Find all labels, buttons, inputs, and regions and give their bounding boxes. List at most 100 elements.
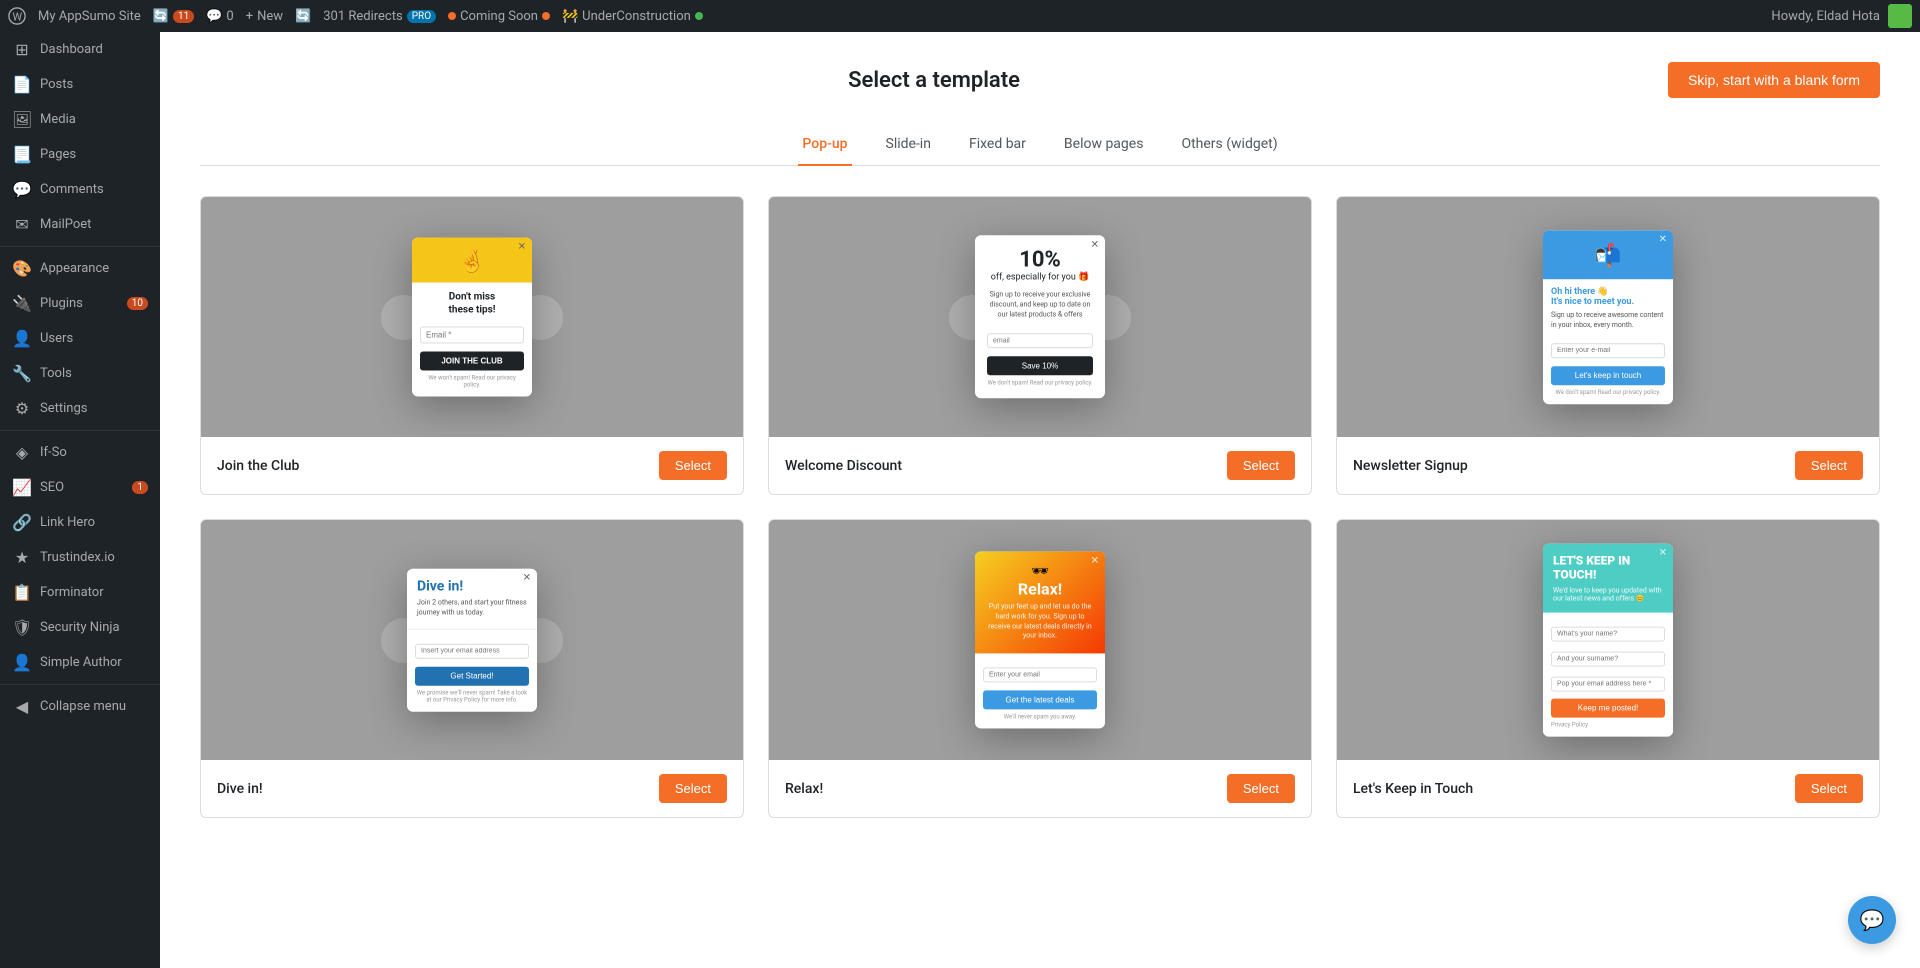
touch-surname-input[interactable] <box>1551 651 1665 666</box>
sidebar-item-posts[interactable]: 📄 Posts <box>0 67 160 102</box>
newsletter-submit-button[interactable]: Let's keep in touch <box>1551 366 1665 385</box>
select-join-the-club-button[interactable]: Select <box>659 451 727 480</box>
sidebar-item-mailpoet[interactable]: ✉ MailPoet <box>0 207 160 242</box>
settings-icon: ⚙ <box>12 399 32 418</box>
svg-text:W: W <box>13 11 23 24</box>
new-button[interactable]: + New <box>246 9 283 24</box>
template-preview-welcome-discount: ✕ 10% off, especially for you 🎁 Sign up … <box>769 197 1311 437</box>
template-name-keep-in-touch: Let's Keep in Touch <box>1353 781 1473 797</box>
tab-fixed-bar[interactable]: Fixed bar <box>965 128 1030 166</box>
sidebar-item-settings[interactable]: ⚙ Settings <box>0 391 160 426</box>
join-submit-button[interactable]: JOIN THE CLUB <box>420 352 524 371</box>
sidebar-item-seo[interactable]: 📈 SEO 1 <box>0 470 160 505</box>
tab-below-pages[interactable]: Below pages <box>1060 128 1148 166</box>
sidebar-item-pages[interactable]: 📃 Pages <box>0 137 160 172</box>
posts-icon: 📄 <box>12 75 32 94</box>
discount-submit-button[interactable]: Save 10% <box>987 357 1093 376</box>
template-preview-dive-in: ✕ Dive in! Join 2 others, and start your… <box>201 520 743 760</box>
template-card-newsletter-signup: ✕ 📬 Oh hi there 👋It's nice to meet you. … <box>1336 196 1880 495</box>
wp-logo-icon[interactable]: W <box>8 7 26 25</box>
main-content: Select a template Skip, start with a bla… <box>160 32 1920 968</box>
sidebar-item-simple-author[interactable]: 👤 Simple Author <box>0 645 160 680</box>
template-footer-keep-in-touch: Let's Keep in Touch Select <box>1337 760 1879 817</box>
select-newsletter-signup-button[interactable]: Select <box>1795 451 1863 480</box>
sidebar-item-tools[interactable]: 🔧 Tools <box>0 356 160 391</box>
popup-relax: ✕ 🕶 Relax! Put your feet up and let us d… <box>975 551 1105 728</box>
seo-icon: 📈 <box>12 478 32 497</box>
select-dive-in-button[interactable]: Select <box>659 774 727 803</box>
touch-submit-button[interactable]: Keep me posted! <box>1551 698 1665 717</box>
template-footer-relax: Relax! Select <box>769 760 1311 817</box>
popup-newsletter-signup: ✕ 📬 Oh hi there 👋It's nice to meet you. … <box>1543 230 1673 404</box>
tools-icon: 🔧 <box>12 364 32 383</box>
template-preview-keep-in-touch: ✕ LET'S KEEP IN TOUCH! We'd love to keep… <box>1337 520 1879 760</box>
template-card-join-the-club: ✕ 🤞 Don't missthese tips! JOIN THE CLUB … <box>200 196 744 495</box>
template-name-join-the-club: Join the Club <box>217 458 299 474</box>
sidebar-item-trustindex[interactable]: ★ Trustindex.io <box>0 540 160 575</box>
relax-submit-button[interactable]: Get the latest deals <box>983 691 1097 710</box>
template-card-dive-in: ✕ Dive in! Join 2 others, and start your… <box>200 519 744 818</box>
updates-icon[interactable]: 🔄 11 <box>153 9 194 24</box>
link-hero-icon: 🔗 <box>12 513 32 532</box>
sidebar-item-comments[interactable]: 💬 Comments <box>0 172 160 207</box>
plugin-301-redirects[interactable]: 301 Redirects PRO <box>323 9 436 24</box>
skip-blank-form-button[interactable]: Skip, start with a blank form <box>1668 62 1880 98</box>
template-footer-dive-in: Dive in! Select <box>201 760 743 817</box>
template-name-newsletter-signup: Newsletter Signup <box>1353 458 1468 474</box>
sidebar-item-plugins[interactable]: 🔌 Plugins 10 <box>0 286 160 321</box>
join-email-input[interactable] <box>420 327 524 344</box>
sidebar-item-media[interactable]: 🖼 Media <box>0 102 160 137</box>
simple-author-icon: 👤 <box>12 653 32 672</box>
popup-keep-in-touch: ✕ LET'S KEEP IN TOUCH! We'd love to keep… <box>1543 544 1673 737</box>
sidebar-item-security-ninja[interactable]: 🛡 Security Ninja <box>0 610 160 645</box>
comments-icon[interactable]: 💬 0 <box>206 9 234 24</box>
media-icon: 🖼 <box>12 110 32 129</box>
forminator-icon: 📋 <box>12 583 32 602</box>
tab-slide-in[interactable]: Slide-in <box>882 128 935 166</box>
if-so-icon: ◈ <box>12 443 32 462</box>
template-card-relax: ✕ 🕶 Relax! Put your feet up and let us d… <box>768 519 1312 818</box>
sidebar-item-link-hero[interactable]: 🔗 Link Hero <box>0 505 160 540</box>
user-avatar <box>1888 4 1912 28</box>
touch-email-input[interactable] <box>1551 676 1665 691</box>
select-keep-in-touch-button[interactable]: Select <box>1795 774 1863 803</box>
template-tabs: Pop-up Slide-in Fixed bar Below pages Ot… <box>200 128 1880 166</box>
divein-email-input[interactable] <box>415 643 529 658</box>
plugin-coming-soon[interactable]: Coming Soon <box>448 9 550 24</box>
chat-button[interactable]: 💬 <box>1848 896 1896 944</box>
sidebar-item-dashboard[interactable]: ⊞ Dashboard <box>0 32 160 67</box>
mailpoet-icon: ✉ <box>12 215 32 234</box>
page-header: Select a template Skip, start with a bla… <box>200 62 1880 98</box>
site-name[interactable]: My AppSumo Site <box>38 9 141 24</box>
select-relax-button[interactable]: Select <box>1227 774 1295 803</box>
admin-bar: W My AppSumo Site 🔄 11 💬 0 + New 🔄 301 R… <box>0 0 1920 32</box>
touch-name-input[interactable] <box>1551 626 1665 641</box>
sidebar-item-forminator[interactable]: 📋 Forminator <box>0 575 160 610</box>
tab-others[interactable]: Others (widget) <box>1177 128 1281 166</box>
popup-join-the-club: ✕ 🤞 Don't missthese tips! JOIN THE CLUB … <box>412 238 532 397</box>
template-preview-newsletter-signup: ✕ 📬 Oh hi there 👋It's nice to meet you. … <box>1337 197 1879 437</box>
newsletter-email-input[interactable] <box>1551 343 1665 358</box>
divein-submit-button[interactable]: Get Started! <box>415 666 529 685</box>
sidebar-item-users[interactable]: 👤 Users <box>0 321 160 356</box>
popup-dive-in: ✕ Dive in! Join 2 others, and start your… <box>407 569 537 712</box>
sync-icon[interactable]: 🔄 <box>295 9 311 24</box>
page-title: Select a template <box>848 68 1020 93</box>
relax-email-input[interactable] <box>983 668 1097 683</box>
template-card-keep-in-touch: ✕ LET'S KEEP IN TOUCH! We'd love to keep… <box>1336 519 1880 818</box>
plugin-underconstruction[interactable]: 🚧 UnderConstruction <box>562 9 703 24</box>
discount-email-input[interactable] <box>987 334 1093 349</box>
tab-popup[interactable]: Pop-up <box>798 128 851 166</box>
sidebar-item-appearance[interactable]: 🎨 Appearance <box>0 251 160 286</box>
template-name-dive-in: Dive in! <box>217 781 263 797</box>
chat-icon: 💬 <box>1860 908 1885 932</box>
template-preview-join-the-club: ✕ 🤞 Don't missthese tips! JOIN THE CLUB … <box>201 197 743 437</box>
select-welcome-discount-button[interactable]: Select <box>1227 451 1295 480</box>
users-icon: 👤 <box>12 329 32 348</box>
trustindex-icon: ★ <box>12 548 32 567</box>
sidebar-collapse-menu[interactable]: ◀ Collapse menu <box>0 689 160 724</box>
popup-welcome-discount: ✕ 10% off, especially for you 🎁 Sign up … <box>975 235 1105 398</box>
sidebar-item-if-so[interactable]: ◈ If-So <box>0 435 160 470</box>
user-greeting[interactable]: Howdy, Eldad Hota <box>1771 9 1880 24</box>
template-name-relax: Relax! <box>785 781 823 797</box>
